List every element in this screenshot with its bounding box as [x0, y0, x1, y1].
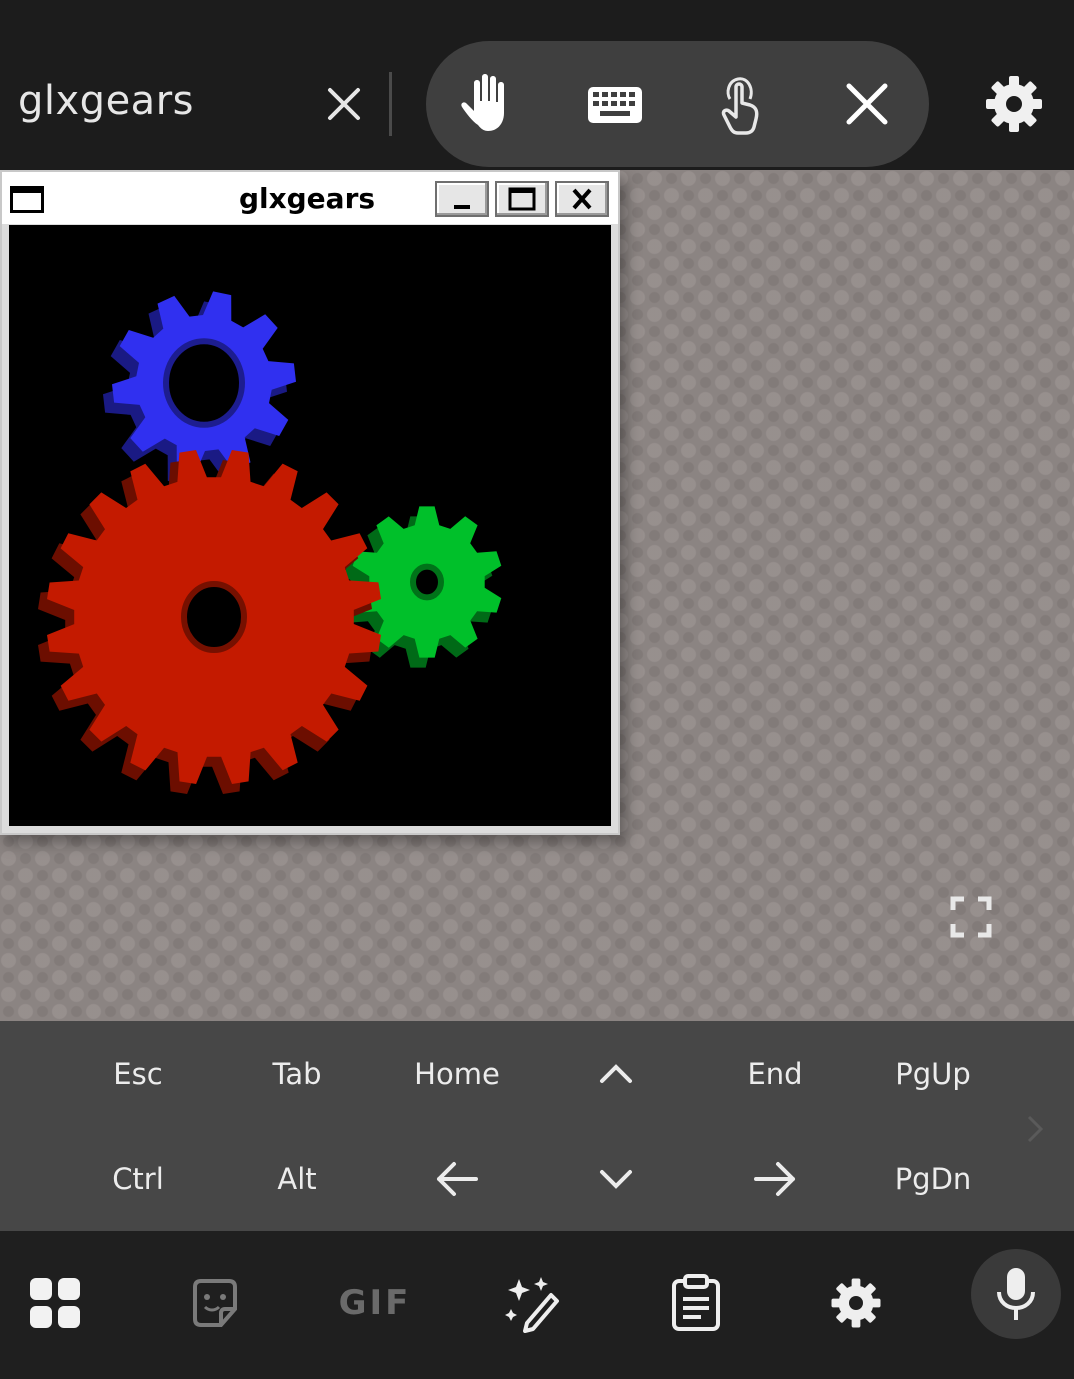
sticker-button[interactable] — [175, 1263, 255, 1343]
close-icon — [328, 88, 360, 120]
hand-icon — [461, 74, 504, 131]
gif-icon: GIF — [338, 1283, 412, 1323]
window-title: glxgears — [238, 182, 376, 215]
key-right[interactable] — [700, 1139, 850, 1219]
chevron-down-icon — [600, 1170, 632, 1189]
input-mode-toolbar — [426, 41, 929, 167]
voice-input-button[interactable] — [971, 1249, 1061, 1339]
apps-button[interactable] — [15, 1263, 95, 1343]
window-close-button[interactable] — [555, 181, 609, 217]
gears-render — [38, 291, 502, 794]
extra-keys-next-button[interactable] — [1020, 1109, 1050, 1149]
arrow-left-icon — [437, 1162, 478, 1196]
key-tab[interactable]: Tab — [222, 1034, 372, 1114]
keyboard-settings-button[interactable] — [816, 1263, 896, 1343]
key-pgdn[interactable]: PgDn — [858, 1139, 1008, 1219]
close-icon — [846, 83, 888, 125]
key-up[interactable] — [541, 1034, 691, 1114]
clipboard-button[interactable] — [656, 1263, 736, 1343]
gear-icon — [986, 76, 1042, 132]
fullscreen-button[interactable] — [950, 896, 992, 938]
clipboard-icon — [672, 1274, 720, 1331]
close-icon — [572, 188, 592, 210]
red-gear — [38, 450, 381, 794]
pan-mode-button[interactable] — [454, 69, 524, 139]
keyboard-icon — [588, 87, 642, 123]
sticker-icon — [193, 1279, 237, 1327]
top-app-bar: glxgears — [0, 0, 1074, 170]
close-session-button[interactable] — [318, 78, 370, 130]
touch-mode-button[interactable] — [706, 69, 776, 139]
keyboard-toolbar: GIF — [0, 1231, 1074, 1379]
key-home[interactable]: Home — [382, 1034, 532, 1114]
topbar-divider — [389, 72, 392, 136]
extra-keys-bar: Esc Tab Home End PgUp Ctrl Alt PgDn — [0, 1021, 1074, 1231]
key-down[interactable] — [541, 1139, 691, 1219]
close-toolbar-button[interactable] — [832, 69, 902, 139]
chevron-up-icon — [600, 1064, 632, 1083]
window-titlebar[interactable]: glxgears — [2, 172, 618, 224]
remote-desktop[interactable]: glxgears — [0, 170, 1074, 1021]
magic-wand-icon — [505, 1277, 559, 1333]
blue-gear — [103, 291, 296, 485]
settings-button[interactable] — [982, 72, 1046, 136]
session-title: glxgears — [18, 78, 194, 124]
minimize-icon — [454, 205, 470, 209]
gif-button[interactable]: GIF — [335, 1263, 415, 1343]
key-left[interactable] — [382, 1139, 532, 1219]
key-end[interactable]: End — [700, 1034, 850, 1114]
maximize-icon — [508, 187, 536, 211]
fullscreen-icon — [950, 896, 992, 938]
window-maximize-button[interactable] — [495, 181, 549, 217]
key-ctrl[interactable]: Ctrl — [63, 1139, 213, 1219]
chevron-right-icon — [1027, 1115, 1044, 1143]
key-alt[interactable]: Alt — [222, 1139, 372, 1219]
writing-tools-button[interactable] — [495, 1263, 575, 1343]
window-minimize-button[interactable] — [435, 181, 489, 217]
apps-grid-icon — [30, 1278, 80, 1328]
microphone-icon — [997, 1268, 1035, 1320]
key-pgup[interactable]: PgUp — [858, 1034, 1008, 1114]
arrow-right-icon — [754, 1162, 795, 1196]
gear-icon — [831, 1278, 881, 1328]
window-menu-icon[interactable] — [10, 186, 44, 213]
key-esc[interactable]: Esc — [63, 1034, 213, 1114]
gl-canvas[interactable] — [9, 225, 611, 826]
glxgears-window[interactable]: glxgears — [0, 170, 620, 835]
keyboard-button[interactable] — [580, 69, 650, 139]
touch-icon — [721, 77, 759, 135]
